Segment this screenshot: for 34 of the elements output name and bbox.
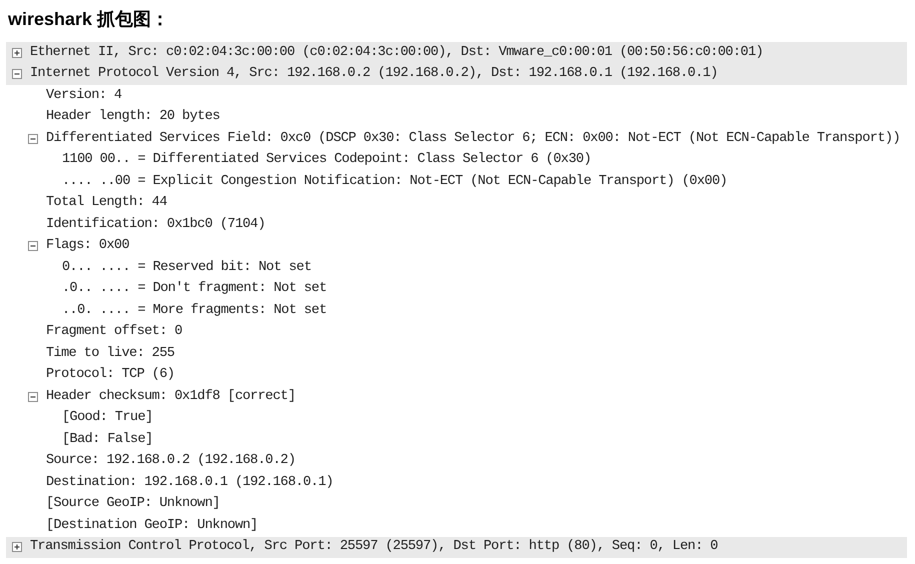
tree-item-label: Identification: 0x1bc0 (7104) [46,216,266,234]
collapse-icon[interactable] [28,392,38,402]
tree-item-label: [Destination GeoIP: Unknown] [46,516,258,535]
tree-item-label: Fragment offset: 0 [46,323,182,342]
tree-item-label: Ethernet II, Src: c0:02:04:3c:00:00 (c0:02:04:3c:00:00), Dst: Vmware_c0:00:01 (00:50:56:c0:00:01) [30,44,764,62]
expand-icon[interactable] [12,48,22,58]
expand-icon[interactable] [12,542,22,552]
protocol-row[interactable]: Ethernet II, Src: c0:02:04:3c:00:00 (c0:02:04:3c:00:00), Dst: Vmware_c0:00:01 (00:50:56:c0:00:01) [6,42,907,64]
tree-item-label: Transmission Control Protocol, Src Port: 25597 (25597), Dst Port: http (80), Seq: 0, Len: 0 [30,538,718,556]
collapse-icon[interactable] [12,69,22,80]
tree-item-label: Header length: 20 bytes [46,108,220,126]
tree-item-label: [Source GeoIP: Unknown] [46,495,220,514]
tree-item-label: Differentiated Services Field: 0xc0 (DSCP 0x30: Class Selector 6; ECN: 0x00: Not-ECT (Not ECN-Capable Transport)) [46,130,900,148]
tree-item-label: Source: 192.168.0.2 (192.168.0.2) [46,452,296,470]
tree-item-label: 1100 00.. = Differentiated Services Codepoint: Class Selector 6 (0x30) [62,151,592,170]
tree-item-label: .... ..00 = Explicit Congestion Notification: Not-ECT (Not ECN-Capable Transport) (0x00) [62,172,728,191]
heading: wireshark 抓包图： [7,8,170,31]
collapse-icon[interactable] [28,134,38,144]
tree-item-label: Destination: 192.168.0.1 (192.168.0.1) [46,474,334,492]
tree-item-label: ..0. .... = More fragments: Not set [62,302,327,320]
tree-item-label: .0.. .... = Don't fragment: Not set [62,280,327,298]
tree-item-label: Protocol: TCP (6) [46,366,174,384]
protocol-row[interactable]: Transmission Control Protocol, Src Port: 25597 (25597), Dst Port: http (80), Seq: 0, Len: 0 [6,536,907,558]
tree-item-label: [Good: True] [62,409,153,428]
tree-item-label: [Bad: False] [62,430,153,449]
tree-item-label: Header checksum: 0x1df8 [correct] [46,388,296,406]
tree-item-label: Version: 4 [46,86,122,105]
tree-item-label: Internet Protocol Version 4, Src: 192.168.0.2 (192.168.0.2), Dst: 192.168.0.1 (192.168.0.1) [30,65,718,84]
tree-item-label: Total Length: 44 [46,194,167,212]
collapse-icon[interactable] [28,241,38,252]
tree-item-label: 0... .... = Reserved bit: Not set [62,258,312,277]
tree-item-label: Flags: 0x00 [46,237,130,256]
tree-item-label: Time to live: 255 [46,344,174,363]
protocol-row[interactable]: Internet Protocol Version 4, Src: 192.168.0.2 (192.168.0.2), Dst: 192.168.0.1 (192.168.0.1) [6,64,907,85]
